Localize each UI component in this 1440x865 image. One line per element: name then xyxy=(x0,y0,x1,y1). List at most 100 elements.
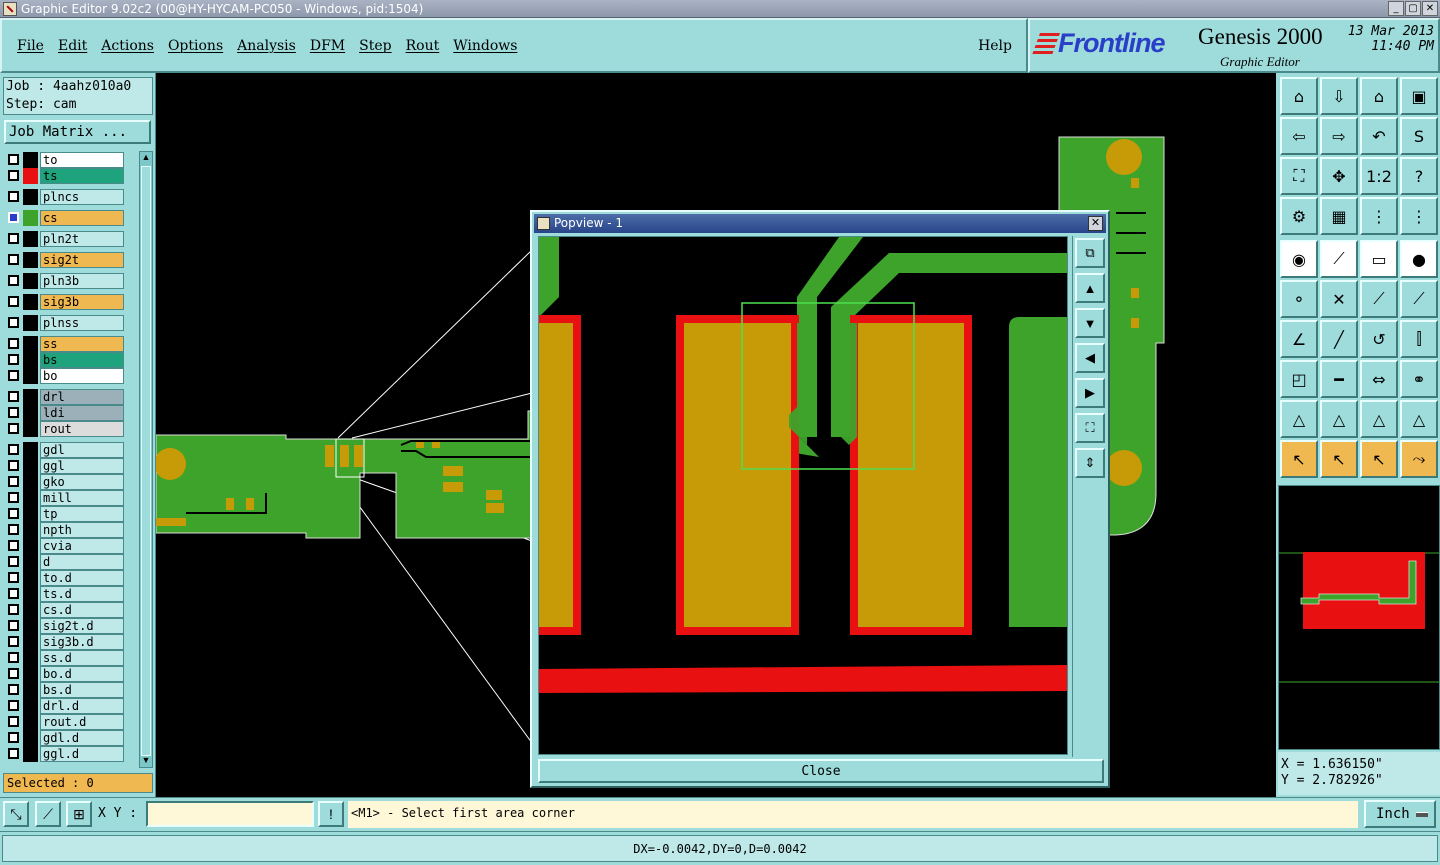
popview-pan-right-icon[interactable]: ▶ xyxy=(1075,378,1105,408)
layer-row-ts[interactable]: ts xyxy=(4,168,124,184)
layer-color-swatch[interactable] xyxy=(23,152,38,168)
scale-1-2-icon[interactable]: 1:2 xyxy=(1360,157,1398,195)
pointer-select-icon[interactable]: ↖ xyxy=(1360,440,1398,478)
layer-name[interactable]: ggl xyxy=(40,458,124,474)
menu-help[interactable]: Help xyxy=(978,38,1012,54)
layer-row-ggl-d[interactable]: ggl.d xyxy=(4,746,124,762)
layer-name[interactable]: ts.d xyxy=(40,586,124,602)
layer-color-swatch[interactable] xyxy=(23,442,38,458)
layer-name[interactable]: pln2t xyxy=(40,231,124,247)
layer-name[interactable]: to.d xyxy=(40,570,124,586)
layer-color-swatch[interactable] xyxy=(23,294,38,310)
layer-name[interactable]: sig2t xyxy=(40,252,124,268)
slash-icon[interactable]: ╱ xyxy=(1320,320,1358,358)
layer-checkbox[interactable] xyxy=(8,588,19,599)
scroll-thumb[interactable] xyxy=(141,166,151,756)
layer-checkbox[interactable] xyxy=(8,254,19,265)
zoom-down-icon[interactable]: ⇩ xyxy=(1320,77,1358,115)
layer-checkbox[interactable] xyxy=(8,604,19,615)
layer-checkbox[interactable] xyxy=(8,700,19,711)
layer-row-sig3b-d[interactable]: sig3b.d xyxy=(4,634,124,650)
popview-canvas[interactable] xyxy=(538,236,1068,755)
layer-row-plnss[interactable]: plnss xyxy=(4,315,124,331)
menu-edit[interactable]: Edit xyxy=(51,38,94,54)
layer-row-cvia[interactable]: cvia xyxy=(4,538,124,554)
layer-row-gdl[interactable]: gdl xyxy=(4,442,124,458)
layer-name[interactable]: cvia xyxy=(40,538,124,554)
alert-icon[interactable]: ! xyxy=(318,801,344,827)
close-window-button[interactable]: ✕ xyxy=(1422,1,1438,16)
layer-checkbox[interactable] xyxy=(8,275,19,286)
layer-checkbox[interactable] xyxy=(8,668,19,679)
pan-right-icon[interactable]: ⇨ xyxy=(1320,117,1358,155)
layer-color-swatch[interactable] xyxy=(23,730,38,746)
layer-checkbox[interactable] xyxy=(8,652,19,663)
dimension-icon[interactable]: ⇔ xyxy=(1360,360,1398,398)
layer-row-mill[interactable]: mill xyxy=(4,490,124,506)
layer-checkbox[interactable] xyxy=(8,732,19,743)
zoom-home-icon[interactable]: ⌂ xyxy=(1280,77,1318,115)
layer-row-sig3b[interactable]: sig3b xyxy=(4,294,124,310)
layer-color-swatch[interactable] xyxy=(23,189,38,205)
layer-row-cs[interactable]: cs xyxy=(4,210,124,226)
layer-name[interactable]: sig2t.d xyxy=(40,618,124,634)
layer-color-swatch[interactable] xyxy=(23,522,38,538)
pan-left-icon[interactable]: ⇦ xyxy=(1280,117,1318,155)
menu-actions[interactable]: Actions xyxy=(94,38,161,54)
layer-name[interactable]: plnss xyxy=(40,315,124,331)
split-view-icon[interactable]: ▣ xyxy=(1400,77,1438,115)
corner-icon[interactable]: ◰ xyxy=(1280,360,1318,398)
layer-name[interactable]: ss xyxy=(40,336,124,352)
layer-checkbox[interactable] xyxy=(8,296,19,307)
cross-icon[interactable]: ✕ xyxy=(1320,280,1358,318)
layer-checkbox[interactable] xyxy=(8,620,19,631)
layer-row-gdl-d[interactable]: gdl.d xyxy=(4,730,124,746)
layer-checkbox[interactable] xyxy=(8,540,19,551)
layer-row-d[interactable]: d xyxy=(4,554,124,570)
arc-icon[interactable]: ↺ xyxy=(1360,320,1398,358)
layer-name[interactable]: cs.d xyxy=(40,602,124,618)
path-icon[interactable]: ⤳ xyxy=(1400,440,1438,478)
layer-name[interactable]: bo.d xyxy=(40,666,124,682)
units-select[interactable]: Inch xyxy=(1364,800,1436,828)
layer-row-ldi[interactable]: ldi xyxy=(4,405,124,421)
layer-color-swatch[interactable] xyxy=(23,714,38,730)
triangle-b-icon[interactable]: △ xyxy=(1320,400,1358,438)
layer-row-bo[interactable]: bo xyxy=(4,368,124,384)
layer-checkbox[interactable] xyxy=(8,154,19,165)
layer-name[interactable]: sig3b xyxy=(40,294,124,310)
layer-name[interactable]: d xyxy=(40,554,124,570)
home-view-icon[interactable]: ⌂ xyxy=(1360,77,1398,115)
net-icon[interactable]: ⋮ xyxy=(1360,197,1398,235)
layer-checkbox[interactable] xyxy=(8,370,19,381)
layer-checkbox[interactable] xyxy=(8,407,19,418)
layer-row-ss-d[interactable]: ss.d xyxy=(4,650,124,666)
layer-checkbox[interactable] xyxy=(8,460,19,471)
pointer-box-icon[interactable]: ↖ xyxy=(1320,440,1358,478)
layer-name[interactable]: ss.d xyxy=(40,650,124,666)
layer-color-swatch[interactable] xyxy=(23,273,38,289)
popview-close-icon[interactable]: ✕ xyxy=(1088,216,1103,231)
layer-row-gko[interactable]: gko xyxy=(4,474,124,490)
layer-checkbox[interactable] xyxy=(8,391,19,402)
popview-copy-icon[interactable]: ⧉ xyxy=(1075,238,1105,268)
pointer-icon[interactable]: ↖ xyxy=(1280,440,1318,478)
layer-checkbox[interactable] xyxy=(8,338,19,349)
layer-name[interactable]: mill xyxy=(40,490,124,506)
menu-dfm[interactable]: DFM xyxy=(303,38,352,54)
layer-checkbox[interactable] xyxy=(8,556,19,567)
layer-name[interactable]: bo xyxy=(40,368,124,384)
layer-row-bs[interactable]: bs xyxy=(4,352,124,368)
triangle-a-icon[interactable]: △ xyxy=(1280,400,1318,438)
help-icon[interactable]: ? xyxy=(1400,157,1438,195)
layer-row-pln3b[interactable]: pln3b xyxy=(4,273,124,289)
layer-checkbox[interactable] xyxy=(8,636,19,647)
ruler-icon[interactable]: ▭ xyxy=(1360,240,1398,278)
layer-row-to[interactable]: to xyxy=(4,152,124,168)
layer-color-swatch[interactable] xyxy=(23,746,38,762)
layer-name[interactable]: npth xyxy=(40,522,124,538)
layer-color-swatch[interactable] xyxy=(23,650,38,666)
layer-row-rout[interactable]: rout xyxy=(4,421,124,437)
redraw-icon[interactable]: S xyxy=(1400,117,1438,155)
layer-name[interactable]: gdl.d xyxy=(40,730,124,746)
